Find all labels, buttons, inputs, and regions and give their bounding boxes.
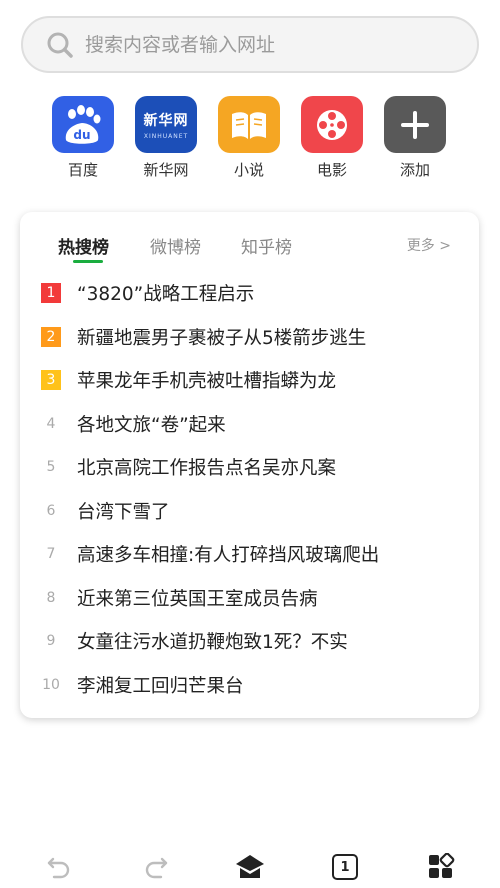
item-title: 北京高院工作报告点名吴亦凡案 — [77, 458, 337, 479]
list-item[interactable]: 4 各地文旅“卷”起来 — [20, 402, 479, 446]
list-item[interactable]: 10 李湘复工回归芒果台 — [20, 663, 479, 707]
item-title: 李湘复工回归芒果台 — [77, 675, 244, 697]
hot-list-tabs: 热搜榜 微博榜 知乎榜 更多 > — [20, 212, 479, 272]
item-title: 台湾下雪了 — [77, 501, 170, 523]
menu-button[interactable] — [426, 852, 456, 882]
plus-icon — [384, 96, 446, 153]
xinhua-icon: 新华网 XINHUANET — [135, 96, 197, 153]
search-bar[interactable] — [21, 16, 479, 73]
item-title: “3820”战略工程启示 — [77, 284, 255, 305]
item-title: 各地文旅“卷”起来 — [77, 414, 226, 436]
hot-list-card: 热搜榜 微博榜 知乎榜 更多 > 1 “3820”战略工程启示 2 新疆地震男子… — [20, 212, 479, 718]
list-item[interactable]: 7 高速多车相撞:有人打碎挡风玻璃爬出 — [20, 532, 479, 576]
shortcut-grid: du 百度 新华网 XINHUANET 新华网 小说 电影 添加 — [0, 96, 500, 186]
back-button[interactable] — [44, 852, 74, 882]
rank-badge: 1 — [41, 283, 61, 303]
more-link[interactable]: 更多 > — [407, 235, 451, 255]
item-title: 苹果龙年手机壳被吐槽指蟒为龙 — [77, 371, 337, 392]
bottom-toolbar: 1 — [0, 842, 500, 888]
item-title: 近来第三位英国王室成员告病 — [77, 588, 318, 610]
shortcut-movie[interactable]: 电影 — [295, 96, 369, 180]
list-item[interactable]: 1 “3820”战略工程启示 — [20, 271, 479, 315]
list-item[interactable]: 8 近来第三位英国王室成员告病 — [20, 576, 479, 620]
item-title: 女童往污水道扔鞭炮致1死？不实 — [77, 632, 348, 653]
shortcut-novel[interactable]: 小说 — [212, 96, 286, 180]
item-title: 新疆地震男子裹被子从5楼箭步逃生 — [77, 327, 367, 349]
tab-zhihu[interactable]: 知乎榜 — [241, 233, 292, 258]
baidu-icon: du — [52, 96, 114, 153]
shortcut-label: 小说 — [233, 161, 264, 179]
home-button[interactable] — [235, 852, 265, 882]
shortcut-label: 电影 — [316, 161, 347, 179]
rank-badge: 2 — [41, 326, 61, 347]
shortcut-label: 百度 — [67, 161, 98, 179]
shortcut-add[interactable]: 添加 — [378, 96, 452, 180]
rank-number: 4 — [46, 415, 56, 432]
shortcut-label: 添加 — [399, 161, 430, 179]
tab-hot-search[interactable]: 热搜榜 — [58, 233, 109, 258]
item-title: 高速多车相撞:有人打碎挡风玻璃爬出 — [77, 545, 380, 566]
rank-number: 6 — [46, 502, 56, 519]
tab-count: 1 — [340, 859, 350, 875]
tabs-icon: 1 — [332, 854, 358, 880]
rank-number: 10 — [42, 676, 60, 693]
forward-button[interactable] — [141, 852, 171, 882]
search-input[interactable] — [85, 33, 405, 56]
rank-number: 9 — [46, 633, 56, 649]
svg-text:du: du — [73, 128, 90, 142]
tabs-button[interactable]: 1 — [330, 852, 360, 882]
back-icon — [47, 857, 70, 879]
shortcut-xinhua[interactable]: 新华网 XINHUANET 新华网 — [129, 96, 203, 180]
list-item[interactable]: 5 北京高院工作报告点名吴亦凡案 — [20, 445, 479, 489]
menu-grid-icon — [429, 853, 455, 878]
book-icon — [218, 96, 280, 153]
tab-weibo[interactable]: 微博榜 — [150, 233, 201, 258]
home-icon — [236, 855, 264, 878]
list-item[interactable]: 6 台湾下雪了 — [20, 489, 479, 533]
active-tab-indicator — [73, 260, 103, 263]
film-reel-icon — [301, 96, 363, 153]
list-item[interactable]: 2 新疆地震男子裹被子从5楼箭步逃生 — [20, 315, 479, 359]
rank-number: 5 — [46, 459, 56, 475]
list-item[interactable]: 3 苹果龙年手机壳被吐槽指蟒为龙 — [20, 358, 479, 402]
rank-number: 7 — [46, 546, 56, 562]
rank-number: 8 — [46, 589, 56, 606]
list-item[interactable]: 9 女童往污水道扔鞭炮致1死？不实 — [20, 619, 479, 663]
shortcut-baidu[interactable]: du 百度 — [46, 96, 120, 180]
search-icon — [47, 32, 73, 58]
forward-icon — [145, 857, 168, 879]
rank-badge: 3 — [41, 370, 61, 390]
shortcut-label: 新华网 — [143, 161, 189, 179]
